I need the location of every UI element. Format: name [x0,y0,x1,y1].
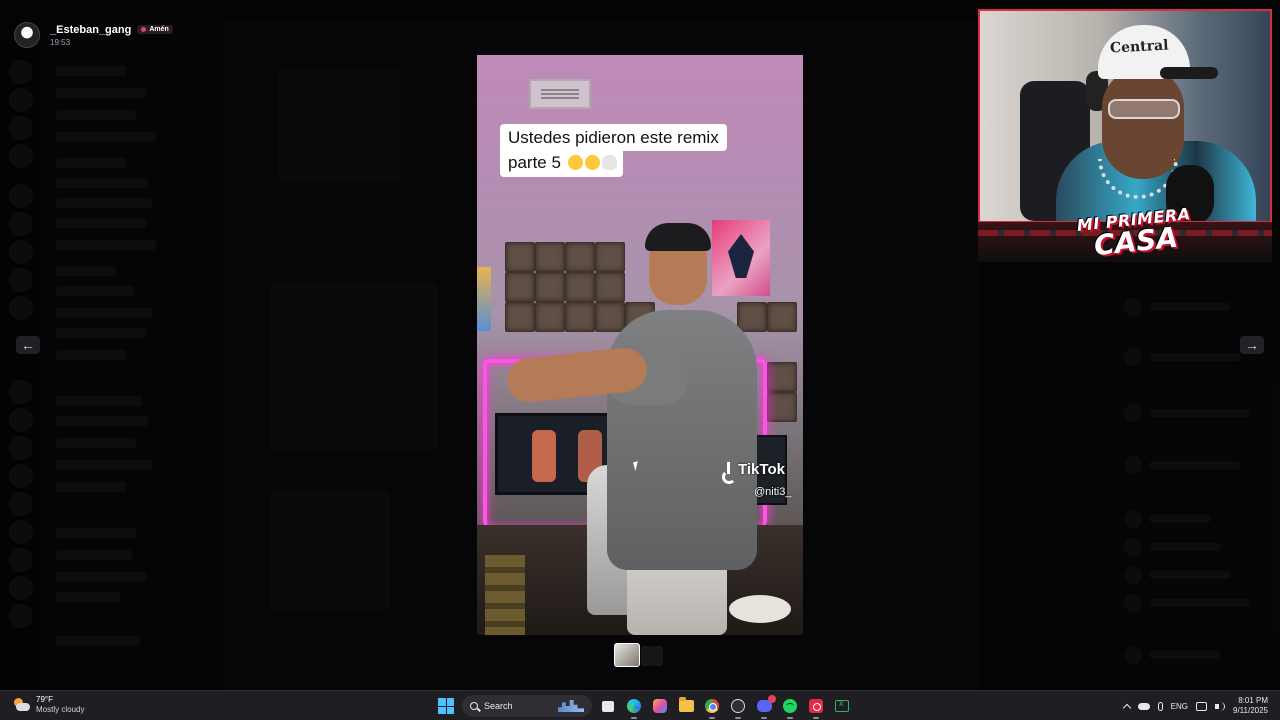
edge-button[interactable] [624,696,644,719]
acoustic-panel [595,302,625,332]
acoustic-panel [767,302,797,332]
clock[interactable]: 8:01 PM 9/11/2025 [1233,696,1268,716]
acoustic-panel [565,242,595,272]
skull-emoji-icon [601,155,617,170]
drum [729,595,791,623]
recorder-icon [809,699,823,713]
clock-time: 8:01 PM [1238,696,1268,705]
onedrive-icon[interactable] [1137,702,1150,710]
volume-icon[interactable] [1215,701,1225,711]
arrow-left-icon: ← [21,337,35,353]
weather-temp: 79°F [36,695,53,704]
task-view-button[interactable] [598,696,618,716]
media-thumbnail[interactable] [641,646,663,666]
search-icon [470,702,478,710]
weather-widget[interactable]: 79°F Mostly cloudy [12,695,84,715]
obs-icon [731,699,745,713]
search-label: Search [484,701,513,711]
taskbar-apps: Search [436,695,852,719]
clock-date: 9/11/2025 [1233,706,1268,715]
webcam-overlay: Central [978,9,1272,223]
arrow-right-icon: → [1245,337,1259,353]
spotify-icon [783,699,797,713]
copilot-icon [653,699,667,713]
chrome-button[interactable] [702,696,722,719]
shoe-shelf [485,555,525,635]
tiktok-watermark: TikTok [721,461,785,484]
acoustic-panel [505,302,535,332]
recorder-button[interactable] [806,696,826,719]
windows-logo-icon [438,698,454,714]
chrome-icon [705,699,719,713]
role-dot-icon [141,27,147,32]
media-thumbnail-active[interactable] [614,643,640,667]
uploader-info: _Esteban_gang Amén 19:53 [14,22,173,48]
caption-line-1: Ustedes pidieron este remix [500,124,727,151]
spotify-button[interactable] [780,696,800,719]
network-icon[interactable] [1196,701,1207,711]
system-tray: ENG 8:01 PM 9/11/2025 [1122,694,1268,718]
search-highlight-icon [558,700,584,712]
laughing-emoji-icon [584,155,600,170]
glasses [1108,99,1180,119]
acoustic-panel [767,392,797,422]
acoustic-panel [595,272,625,302]
acoustic-panel [737,302,767,332]
acoustic-panel [535,302,565,332]
weather-desc: Mostly cloudy [36,705,85,714]
ceiling-vent [529,79,591,109]
acoustic-panel [505,272,535,302]
acoustic-panel [535,242,565,272]
language-indicator[interactable]: ENG [1171,702,1188,711]
acoustic-panel [767,362,797,392]
wall-poster [477,267,491,331]
taskbar-search[interactable]: Search [462,695,592,717]
partly-cloudy-icon [12,698,30,712]
excel-button[interactable] [832,696,852,716]
avatar[interactable] [14,22,40,48]
task-view-icon [602,700,614,712]
discord-button[interactable] [754,695,776,719]
file-explorer-button[interactable] [676,696,696,716]
uploader-username[interactable]: _Esteban_gang [50,24,131,36]
acoustic-panel [535,272,565,302]
acoustic-panel [565,272,595,302]
wall-poster [712,220,770,296]
person-cap [645,223,711,251]
microphone-icon[interactable] [1157,701,1163,711]
edge-icon [627,699,641,713]
video-caption: Ustedes pidieron este remix parte 5 [500,124,727,177]
acoustic-panel [505,242,535,272]
acoustic-panel [595,242,625,272]
obs-button[interactable] [728,696,748,719]
laughing-emoji-icon [567,155,583,170]
caption-line-2: parte 5 [500,151,623,177]
caption-text: parte 5 [508,153,561,172]
tiktok-logo-icon [721,461,736,484]
folder-icon [678,697,694,712]
video-player[interactable]: Ustedes pidieron este remix parte 5 TikT… [477,55,803,635]
start-button[interactable] [436,696,456,716]
hat-text: Central [1109,37,1169,57]
tiktok-handle: @niti3_ [754,486,792,498]
tiktok-brand: TikTok [738,461,785,478]
next-media-button[interactable]: → [1240,336,1264,354]
role-label: Amén [149,26,169,33]
chevron-up-icon[interactable] [1122,703,1131,712]
upload-time: 19:53 [50,37,71,47]
discord-icon [756,695,776,712]
copilot-button[interactable] [650,696,670,716]
previous-media-button[interactable]: ← [16,336,40,354]
role-badge: Amén [137,25,173,34]
excel-icon [835,698,849,712]
taskbar: 79°F Mostly cloudy Search ENG 8:01 PM [0,690,1280,720]
hat-brim [1160,67,1218,79]
acoustic-panel [565,302,595,332]
